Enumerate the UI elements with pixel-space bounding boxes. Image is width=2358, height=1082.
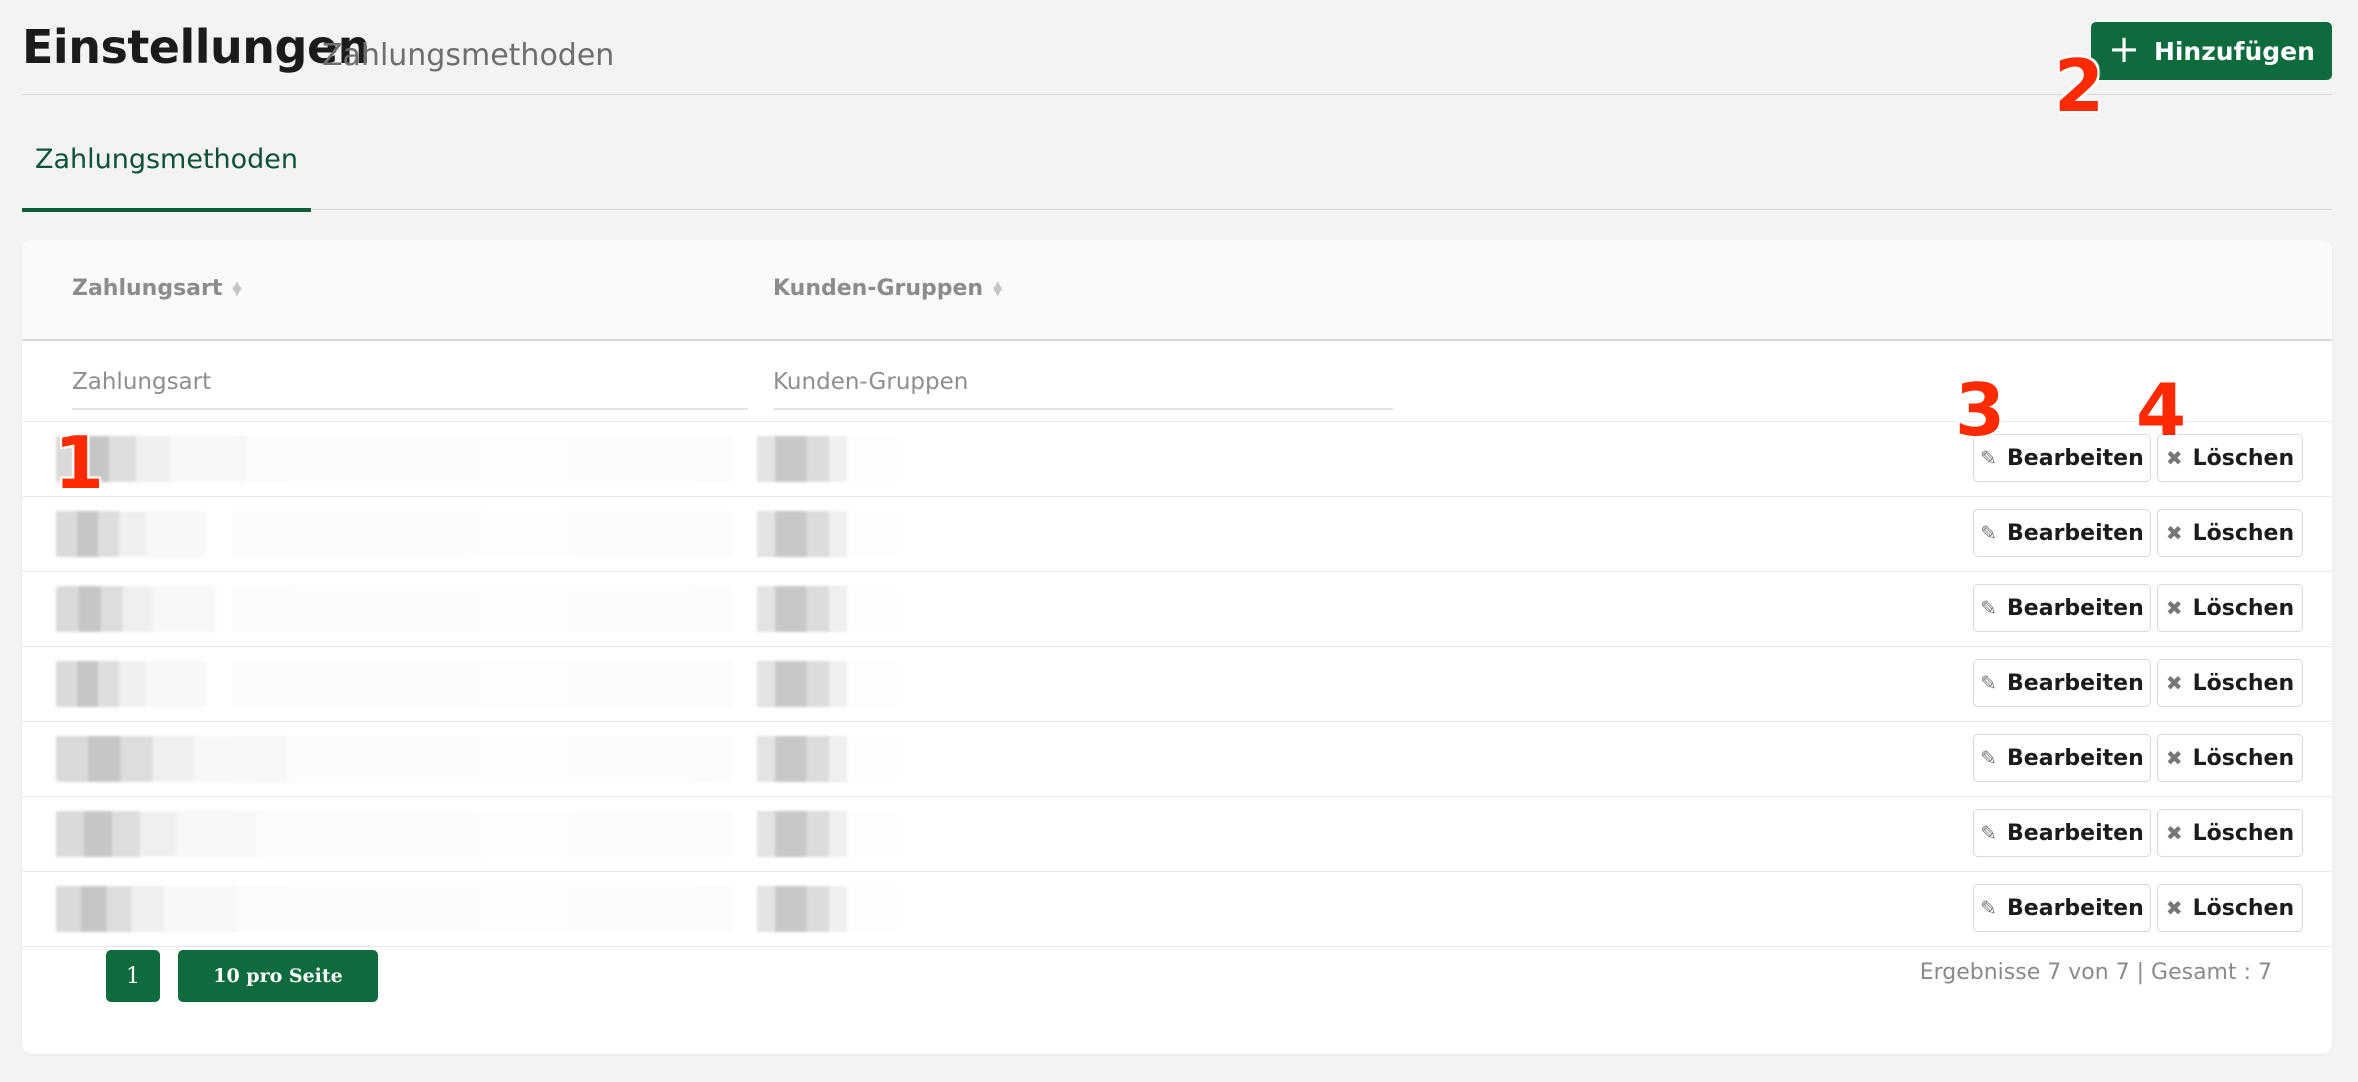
x-icon: ✖: [2165, 896, 2183, 920]
column-header-zahlungsart[interactable]: Zahlungsart ▲ ▼: [72, 276, 242, 301]
edit-icon: ✎: [1980, 596, 1998, 620]
delete-label: Löschen: [2192, 445, 2295, 471]
annotation-marker-3: 3: [1955, 368, 2006, 452]
column-header-label: Kunden-Gruppen: [773, 276, 984, 301]
redacted-cell: [232, 586, 732, 632]
delete-label: Löschen: [2192, 745, 2295, 771]
filter-zahlungsart-input[interactable]: [72, 356, 748, 410]
delete-label: Löschen: [2192, 595, 2295, 621]
tab-zahlungsmethoden[interactable]: Zahlungsmethoden: [22, 144, 311, 212]
filter-kunden-gruppen-input[interactable]: [773, 356, 1393, 410]
delete-button[interactable]: ✖ Löschen: [2157, 584, 2303, 632]
edit-icon: ✎: [1980, 746, 1998, 770]
edit-label: Bearbeiten: [2007, 895, 2144, 921]
edit-label: Bearbeiten: [2007, 820, 2144, 846]
table-row: ✎ Bearbeiten ✖ Löschen: [22, 572, 2332, 647]
sort-icon: ▲ ▼: [993, 278, 1003, 298]
page-subtitle: Zahlungsmethoden: [322, 38, 615, 73]
redacted-cell: [232, 511, 732, 557]
edit-button[interactable]: ✎ Bearbeiten: [1973, 884, 2151, 932]
page-title: Einstellungen: [22, 20, 370, 74]
redacted-cell: [232, 736, 732, 782]
edit-button[interactable]: ✎ Bearbeiten: [1973, 659, 2151, 707]
delete-button[interactable]: ✖ Löschen: [2157, 509, 2303, 557]
table-header: Zahlungsart ▲ ▼ Kunden-Gruppen ▲ ▼: [22, 240, 2332, 341]
edit-icon: ✎: [1980, 521, 1998, 545]
redacted-cell: [232, 886, 732, 932]
add-button-label: Hinzufügen: [2153, 36, 2315, 66]
edit-label: Bearbeiten: [2007, 745, 2144, 771]
redacted-cell: [232, 436, 732, 482]
x-icon: ✖: [2165, 671, 2183, 695]
table-row: ✎ Bearbeiten ✖ Löschen: [22, 722, 2332, 797]
column-header-kunden-gruppen[interactable]: Kunden-Gruppen ▲ ▼: [773, 276, 1002, 301]
redacted-zahlungsart: [56, 661, 206, 707]
edit-button[interactable]: ✎ Bearbeiten: [1973, 734, 2151, 782]
table-row: ✎ Bearbeiten ✖ Löschen: [22, 797, 2332, 872]
annotation-marker-1: 1: [54, 421, 105, 505]
x-icon: ✖: [2165, 746, 2183, 770]
results-summary: Ergebnisse 7 von 7 | Gesamt : 7: [1919, 960, 2272, 985]
per-page-button[interactable]: 10 pro Seite: [178, 950, 378, 1002]
delete-label: Löschen: [2192, 820, 2295, 846]
edit-label: Bearbeiten: [2007, 445, 2144, 471]
delete-button[interactable]: ✖ Löschen: [2157, 734, 2303, 782]
edit-button[interactable]: ✎ Bearbeiten: [1973, 509, 2151, 557]
delete-label: Löschen: [2192, 670, 2295, 696]
edit-icon: ✎: [1980, 896, 1998, 920]
edit-icon: ✎: [1980, 671, 1998, 695]
redacted-kunden-gruppe: [757, 436, 847, 482]
redacted-zahlungsart: [56, 586, 216, 632]
x-icon: ✖: [2165, 596, 2183, 620]
delete-button[interactable]: ✖ Löschen: [2157, 884, 2303, 932]
payment-methods-table: Zahlungsart ▲▼ Kunden-Gruppen ▲▼ ✎ Bearbe…: [22, 240, 2332, 1054]
annotation-marker-2: 2: [2054, 44, 2105, 128]
redacted-kunden-gruppe: [757, 511, 847, 557]
table-row: ✎ Bearbeiten ✖ Löschen: [22, 497, 2332, 572]
redacted-kunden-gruppe: [757, 811, 847, 857]
page-1-button[interactable]: 1: [106, 950, 160, 1002]
page-header: Einstellungen Zahlungsmethoden: [22, 0, 2332, 95]
redacted-kunden-gruppe: [757, 736, 847, 782]
tab-bar: Zahlungsmethoden: [22, 94, 2332, 212]
edit-label: Bearbeiten: [2007, 520, 2144, 546]
annotation-marker-4: 4: [2136, 368, 2187, 452]
redacted-cell: [232, 661, 732, 707]
edit-label: Bearbeiten: [2007, 670, 2144, 696]
sort-icon: ▲ ▼: [232, 278, 242, 298]
table-row: ✎ Bearbeiten ✖ Löschen: [22, 872, 2332, 947]
redacted-kunden-gruppe: [757, 661, 847, 707]
redacted-kunden-gruppe: [757, 586, 847, 632]
delete-label: Löschen: [2192, 895, 2295, 921]
add-button[interactable]: + Hinzufügen: [2091, 22, 2332, 80]
redacted-zahlungsart: [56, 886, 236, 932]
edit-label: Bearbeiten: [2007, 595, 2144, 621]
delete-label: Löschen: [2192, 520, 2295, 546]
redacted-zahlungsart: [56, 736, 286, 782]
delete-button[interactable]: ✖ Löschen: [2157, 809, 2303, 857]
plus-icon: +: [2108, 27, 2140, 71]
edit-icon: ✎: [1980, 821, 1998, 845]
edit-button[interactable]: ✎ Bearbeiten: [1973, 809, 2151, 857]
column-header-label: Zahlungsart: [72, 276, 223, 301]
x-icon: ✖: [2165, 521, 2183, 545]
table-row: ✎ Bearbeiten ✖ Löschen: [22, 647, 2332, 722]
table-body: ✎ Bearbeiten ✖ Löschen ✎ Bearbeiten ✖ Lösche…: [22, 422, 2332, 947]
redacted-cell: [232, 811, 732, 857]
delete-button[interactable]: ✖ Löschen: [2157, 659, 2303, 707]
x-icon: ✖: [2165, 821, 2183, 845]
redacted-kunden-gruppe: [757, 886, 847, 932]
edit-button[interactable]: ✎ Bearbeiten: [1973, 584, 2151, 632]
redacted-zahlungsart: [56, 511, 206, 557]
redacted-zahlungsart: [56, 811, 256, 857]
